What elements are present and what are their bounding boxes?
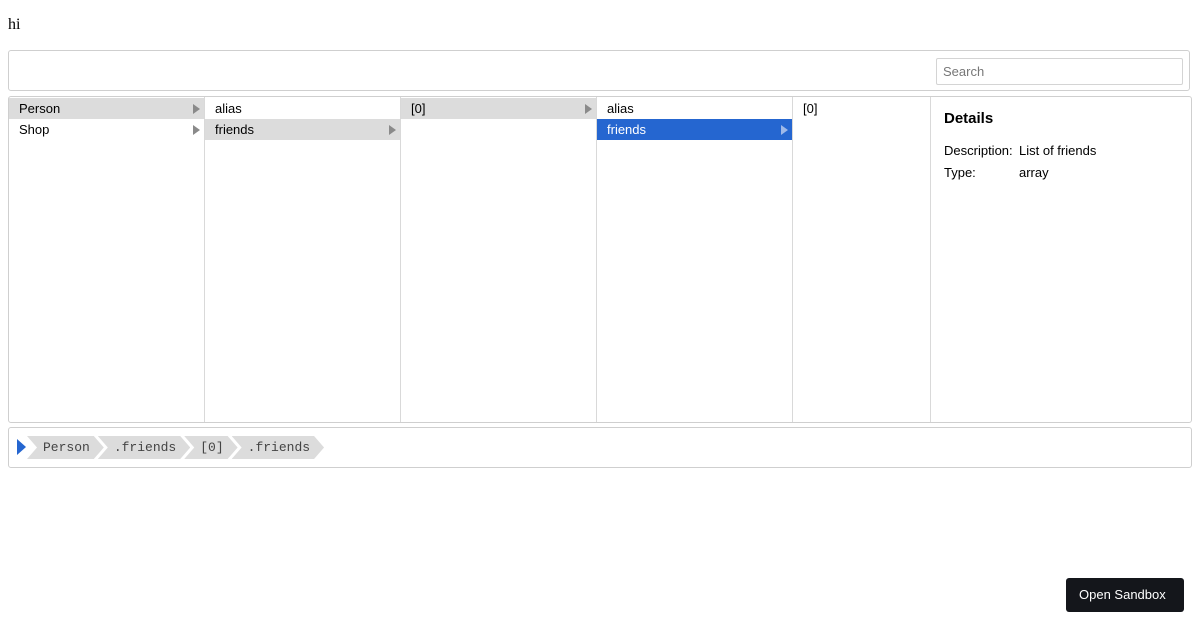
item-label: alias <box>607 101 634 116</box>
column-2: alias friends <box>205 97 401 422</box>
item-label: [0] <box>411 101 426 116</box>
column-item-index-0[interactable]: [0] <box>401 98 596 119</box>
play-triangle-icon[interactable] <box>17 439 26 455</box>
open-sandbox-button[interactable]: Open Sandbox <box>1066 578 1184 612</box>
schema-column-browser: Person Shop alias friends [0] alias frie… <box>8 96 1192 423</box>
chevron-right-icon <box>193 125 200 135</box>
type-label: Type: <box>944 165 976 180</box>
column-1: Person Shop <box>9 97 205 422</box>
item-label: [0] <box>803 101 818 116</box>
breadcrumb: Person .friends [0] .friends <box>27 436 318 459</box>
type-value: array <box>1019 165 1049 180</box>
item-label: Person <box>19 101 61 116</box>
description-label: Description: <box>944 143 1013 158</box>
details-type-row: Type: array <box>944 162 1178 184</box>
breadcrumb-item[interactable]: Person <box>27 436 104 459</box>
column-item-friends-selected[interactable]: friends <box>597 119 792 140</box>
breadcrumb-item[interactable]: .friends <box>232 436 324 459</box>
item-label: friends <box>607 122 647 137</box>
column-item-shop[interactable]: Shop <box>9 119 204 140</box>
description-value: List of friends <box>1019 143 1097 158</box>
column-item-alias[interactable]: alias <box>597 98 792 119</box>
search-input[interactable] <box>936 58 1183 85</box>
column-item-friends[interactable]: friends <box>205 119 400 140</box>
page-greeting: hi <box>8 16 21 33</box>
column-4: alias friends <box>597 97 793 422</box>
item-label: alias <box>215 101 242 116</box>
details-title: Details <box>944 110 994 127</box>
chevron-right-icon <box>585 104 592 114</box>
breadcrumb-item[interactable]: [0] <box>184 436 237 459</box>
chevron-right-icon <box>781 125 788 135</box>
column-item-person[interactable]: Person <box>9 98 204 119</box>
details-description-row: Description: List of friends <box>944 140 1178 162</box>
details-panel: Details Description: List of friends Typ… <box>931 97 1191 422</box>
chevron-right-icon <box>193 104 200 114</box>
chevron-right-icon <box>389 125 396 135</box>
toolbar <box>8 50 1190 91</box>
breadcrumb-item[interactable]: .friends <box>98 436 190 459</box>
column-5: [0] <box>793 97 931 422</box>
item-label: Shop <box>19 122 50 137</box>
path-bar: Person .friends [0] .friends <box>8 427 1192 468</box>
column-3: [0] <box>401 97 597 422</box>
item-label: friends <box>215 122 255 137</box>
column-item-index-0[interactable]: [0] <box>793 98 930 119</box>
column-item-alias[interactable]: alias <box>205 98 400 119</box>
